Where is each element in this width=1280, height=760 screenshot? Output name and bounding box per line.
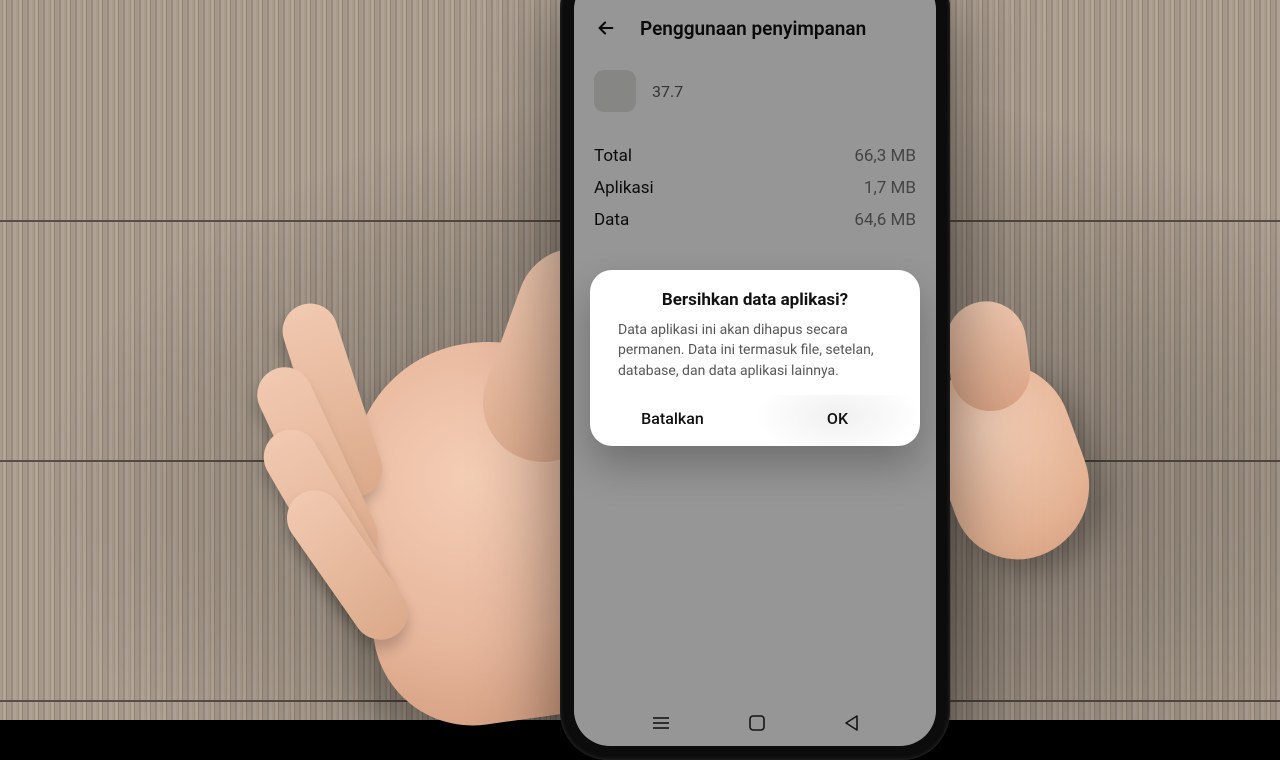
ok-button[interactable]: OK — [755, 395, 920, 446]
phone-frame: 7.18 Penggunaan penyimp — [560, 0, 950, 760]
dialog-actions: Batalkan OK — [590, 395, 920, 446]
dialog-body: Data aplikasi ini akan dihapus secara pe… — [590, 320, 920, 395]
cancel-button[interactable]: Batalkan — [590, 395, 755, 446]
phone-screen: 7.18 Penggunaan penyimp — [574, 0, 936, 746]
confirm-dialog: Bersihkan data aplikasi? Data aplikasi i… — [590, 270, 920, 446]
dialog-title: Bersihkan data aplikasi? — [590, 270, 920, 320]
